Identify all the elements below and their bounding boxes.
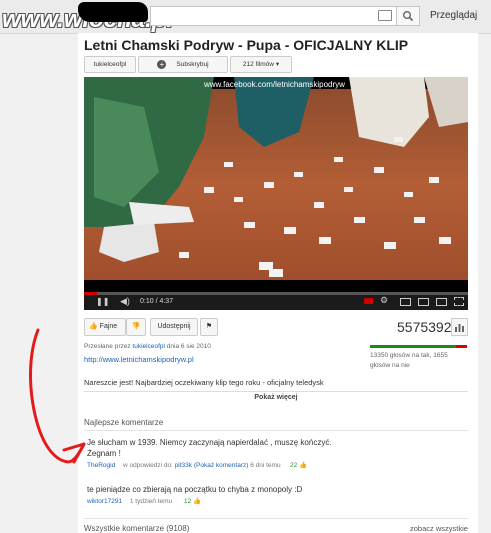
comment-2-likes: 12 👍 bbox=[184, 497, 201, 505]
subscribe-label: Subskrybuj bbox=[176, 61, 209, 68]
uploaded-date: dnia 6 sie 2010 bbox=[166, 343, 211, 350]
videos-count-button[interactable]: 212 filmów ▾ bbox=[230, 56, 292, 73]
progress-fill bbox=[84, 292, 98, 295]
search-input[interactable] bbox=[150, 6, 397, 26]
top-comments-header: Najlepsze komentarze bbox=[84, 418, 164, 427]
like-count-text: 13350 głosów na tak, 1655 bbox=[370, 352, 448, 359]
comment-2-thumb-icon[interactable]: 👍 bbox=[193, 498, 201, 505]
dislike-count-text: głosów na nie bbox=[370, 362, 410, 369]
search-icon bbox=[403, 11, 414, 22]
uploaded-prefix: Przesłane przez bbox=[84, 343, 131, 350]
comment-1-reply-to[interactable]: pit33k bbox=[175, 462, 192, 469]
video-overlay-text: www.facebook.com/letnichamskipodryw bbox=[203, 80, 345, 89]
uploader-link[interactable]: tukielceofpl bbox=[132, 343, 165, 350]
comment-2-like-count: 12 bbox=[184, 498, 192, 505]
video-player[interactable]: www.facebook.com/letnichamskipodryw bbox=[84, 77, 468, 292]
dislike-ratio-fill bbox=[456, 345, 467, 348]
comment-1-meta: TheRogid w odpowiedzi do: pit33k (Pokaż … bbox=[87, 462, 281, 469]
comment-1-like-count: 22 bbox=[290, 462, 298, 469]
video-description: Nareszcie jest! Najbardziej oczekiwany k… bbox=[84, 378, 324, 387]
small-player-icon[interactable] bbox=[418, 298, 429, 306]
like-button[interactable]: 👍 Fajne bbox=[84, 318, 126, 336]
progress-bar[interactable] bbox=[84, 292, 468, 295]
comment-2-meta: wiktor17291 1 tydzień temu bbox=[87, 498, 172, 505]
video-title: Letni Chamski Podryw - Pupa - OFICJALNY … bbox=[84, 37, 409, 53]
show-more-button[interactable]: Pokaż więcej bbox=[84, 391, 468, 404]
all-comments-divider bbox=[84, 518, 468, 519]
video-frame-image: www.facebook.com/letnichamskipodryw bbox=[84, 77, 468, 292]
comment-1-show-comment[interactable]: (Pokaż komentarz) bbox=[194, 462, 249, 469]
comment-2-text: te pieniądze co zbierają na początku to … bbox=[87, 485, 303, 494]
comment-2-time: 1 tydzień temu bbox=[129, 498, 173, 505]
thumbs-up-icon: 👍 bbox=[89, 323, 98, 330]
chevron-down-icon: ▾ bbox=[275, 61, 280, 68]
bar-chart-icon bbox=[455, 324, 464, 332]
captions-icon[interactable] bbox=[364, 298, 373, 304]
show-all-comments-link[interactable]: zobacz wszystkie bbox=[410, 524, 468, 533]
share-button[interactable]: Udostępnij bbox=[150, 318, 198, 336]
flag-button[interactable]: ⚑ bbox=[200, 318, 218, 336]
view-count: 5575392 bbox=[397, 319, 452, 335]
comment-2-author[interactable]: wiktor17291 bbox=[87, 498, 122, 505]
comment-1-line2: Żegnam ! bbox=[87, 449, 121, 458]
browse-link[interactable]: Przeglądaj bbox=[430, 10, 477, 21]
comments-divider bbox=[84, 430, 468, 431]
upload-info: Przesłane przez tukielceofpl dnia 6 sie … bbox=[84, 343, 211, 350]
fullscreen-icon[interactable] bbox=[454, 297, 464, 306]
subscribe-button[interactable]: + Subskrybuj bbox=[138, 56, 228, 73]
all-comments-header: Wszystkie komentarze (9108) bbox=[84, 524, 190, 533]
popout-icon[interactable] bbox=[400, 298, 411, 306]
volume-icon[interactable]: ◀) bbox=[120, 296, 130, 307]
like-label: Fajne bbox=[99, 323, 118, 330]
thumbs-down-icon: 👎 bbox=[131, 323, 141, 330]
redacted-logo bbox=[78, 2, 148, 22]
plus-icon: + bbox=[157, 59, 167, 69]
comment-1-line1: Je słucham w 1939. Niemcy zaczynają napi… bbox=[87, 438, 332, 447]
channel-name-button[interactable]: tukielceofpl bbox=[84, 56, 136, 73]
stats-button[interactable] bbox=[451, 318, 468, 336]
keyboard-icon[interactable] bbox=[378, 10, 392, 21]
comment-1-reply-prefix: w odpowiedzi do: bbox=[123, 462, 173, 469]
play-pause-icon[interactable]: ❚❚ bbox=[96, 297, 109, 306]
like-ratio-bar bbox=[370, 345, 467, 348]
player-controls: ❚❚ ◀) 0:10 / 4:37 ⚙ bbox=[84, 292, 468, 310]
videos-count-label: 212 filmów bbox=[242, 61, 274, 68]
settings-gear-icon[interactable]: ⚙ bbox=[380, 295, 388, 306]
comment-1-author[interactable]: TheRogid bbox=[87, 462, 115, 469]
comment-1-time: 6 dni temu bbox=[250, 462, 281, 469]
flag-icon: ⚑ bbox=[205, 323, 213, 330]
search-button[interactable] bbox=[396, 6, 420, 26]
large-player-icon[interactable] bbox=[436, 298, 447, 306]
time-display: 0:10 / 4:37 bbox=[140, 298, 174, 305]
comment-1-thumb-icon[interactable]: 👍 bbox=[299, 462, 307, 469]
website-link[interactable]: http://www.letnichamskipodryw.pl bbox=[84, 355, 194, 364]
dislike-button[interactable]: 👎 bbox=[126, 318, 146, 336]
comment-1-likes: 22 👍 bbox=[290, 461, 307, 469]
